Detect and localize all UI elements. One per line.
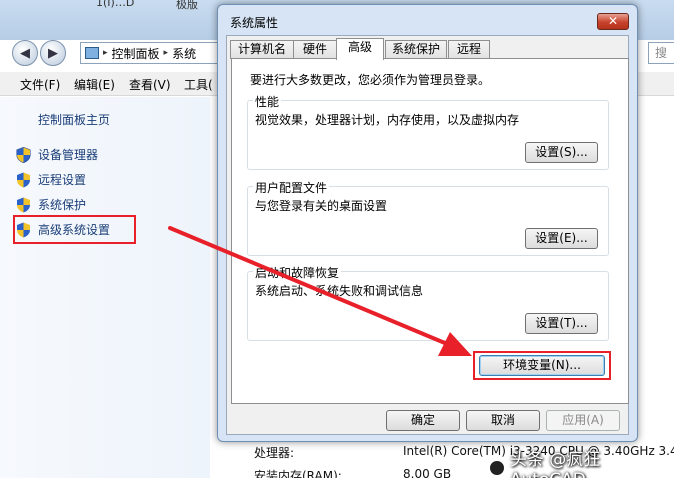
group-desc-startup-recovery: 系统启动、系统失败和调试信息 xyxy=(255,284,424,298)
watermark-text: 头条 @疯狂AutoCAD xyxy=(509,450,601,478)
computer-icon xyxy=(85,47,99,59)
tab-remote[interactable]: 远程 xyxy=(448,40,490,59)
breadcrumb-separator: ▸ xyxy=(163,48,169,58)
group-desc-user-profiles: 与您登录有关的桌面设置 xyxy=(255,199,388,213)
sidebar-item-label: 远程设置 xyxy=(38,173,87,187)
watermark-logo-icon xyxy=(488,458,506,477)
uac-shield-icon xyxy=(16,146,31,163)
highlight-box-advanced-settings xyxy=(13,215,136,244)
user-profiles-settings-button[interactable]: 设置(E)... xyxy=(525,228,598,249)
apply-button[interactable]: 应用(A) xyxy=(546,410,620,431)
ok-button[interactable]: 确定 xyxy=(386,410,460,431)
sidebar-item-label: 设备管理器 xyxy=(38,148,99,162)
cancel-button[interactable]: 取消 xyxy=(466,410,540,431)
search-input[interactable]: 搜 xyxy=(648,42,674,64)
startup-recovery-settings-button[interactable]: 设置(T)... xyxy=(525,313,598,334)
menu-tools[interactable]: 工具( xyxy=(184,76,213,93)
watermark: 头条 @疯狂AutoCAD xyxy=(488,445,674,478)
tab-system-protection[interactable]: 系统保护 xyxy=(385,40,447,59)
group-title-performance: 性能 xyxy=(253,93,282,110)
ram-value: 8.00 GB xyxy=(403,467,452,478)
uac-shield-icon xyxy=(17,172,30,187)
sidebar-item-label: 系统保护 xyxy=(38,198,87,212)
ram-label: 安装内存(RAM): xyxy=(254,469,342,478)
menu-edit[interactable]: 编辑(E) xyxy=(74,76,115,93)
address-bar[interactable]: ▸ 控制面板 ▸ 系统 xyxy=(80,42,220,64)
truncated-title-text: 极版 xyxy=(176,0,198,11)
forward-button[interactable]: ▶ xyxy=(40,40,66,66)
breadcrumb-item[interactable]: 系统 xyxy=(172,45,196,62)
back-button[interactable]: ◀ xyxy=(12,40,38,66)
tab-computer-name[interactable]: 计算机名 xyxy=(230,40,294,59)
highlight-box-environment-variables xyxy=(473,351,611,380)
tab-advanced[interactable]: 高级 xyxy=(336,38,384,60)
arrow-right-icon: ▶ xyxy=(48,45,58,61)
truncated-title-text: 1(I)…D xyxy=(96,0,135,9)
uac-shield-icon xyxy=(17,197,30,212)
sidebar-item-remote-settings[interactable]: 远程设置 xyxy=(16,171,86,188)
menu-file[interactable]: 文件(F) xyxy=(20,76,60,93)
close-icon: ✕ xyxy=(607,14,619,28)
menu-view[interactable]: 查看(V) xyxy=(129,76,171,93)
breadcrumb-separator: ▸ xyxy=(103,48,108,58)
group-title-user-profiles: 用户配置文件 xyxy=(253,179,330,196)
sidebar-home-link[interactable]: 控制面板主页 xyxy=(38,111,110,128)
admin-note: 要进行大多数更改，您必须作为管理员登录。 xyxy=(250,73,491,87)
sidebar-item-device-manager[interactable]: 设备管理器 xyxy=(16,146,98,163)
close-button[interactable]: ✕ xyxy=(597,13,629,30)
dialog-title: 系统属性 xyxy=(230,16,279,30)
group-desc-performance: 视觉效果，处理器计划，内存使用，以及虚拟内存 xyxy=(255,113,520,127)
sidebar-item-system-protection[interactable]: 系统保护 xyxy=(16,196,86,213)
breadcrumb-item[interactable]: 控制面板 xyxy=(112,45,160,62)
performance-settings-button[interactable]: 设置(S)... xyxy=(525,142,598,163)
tab-hardware[interactable]: 硬件 xyxy=(293,40,337,59)
group-title-startup-recovery: 启动和故障恢复 xyxy=(253,264,342,281)
processor-label: 处理器: xyxy=(254,446,295,460)
arrow-left-icon: ◀ xyxy=(20,45,30,61)
